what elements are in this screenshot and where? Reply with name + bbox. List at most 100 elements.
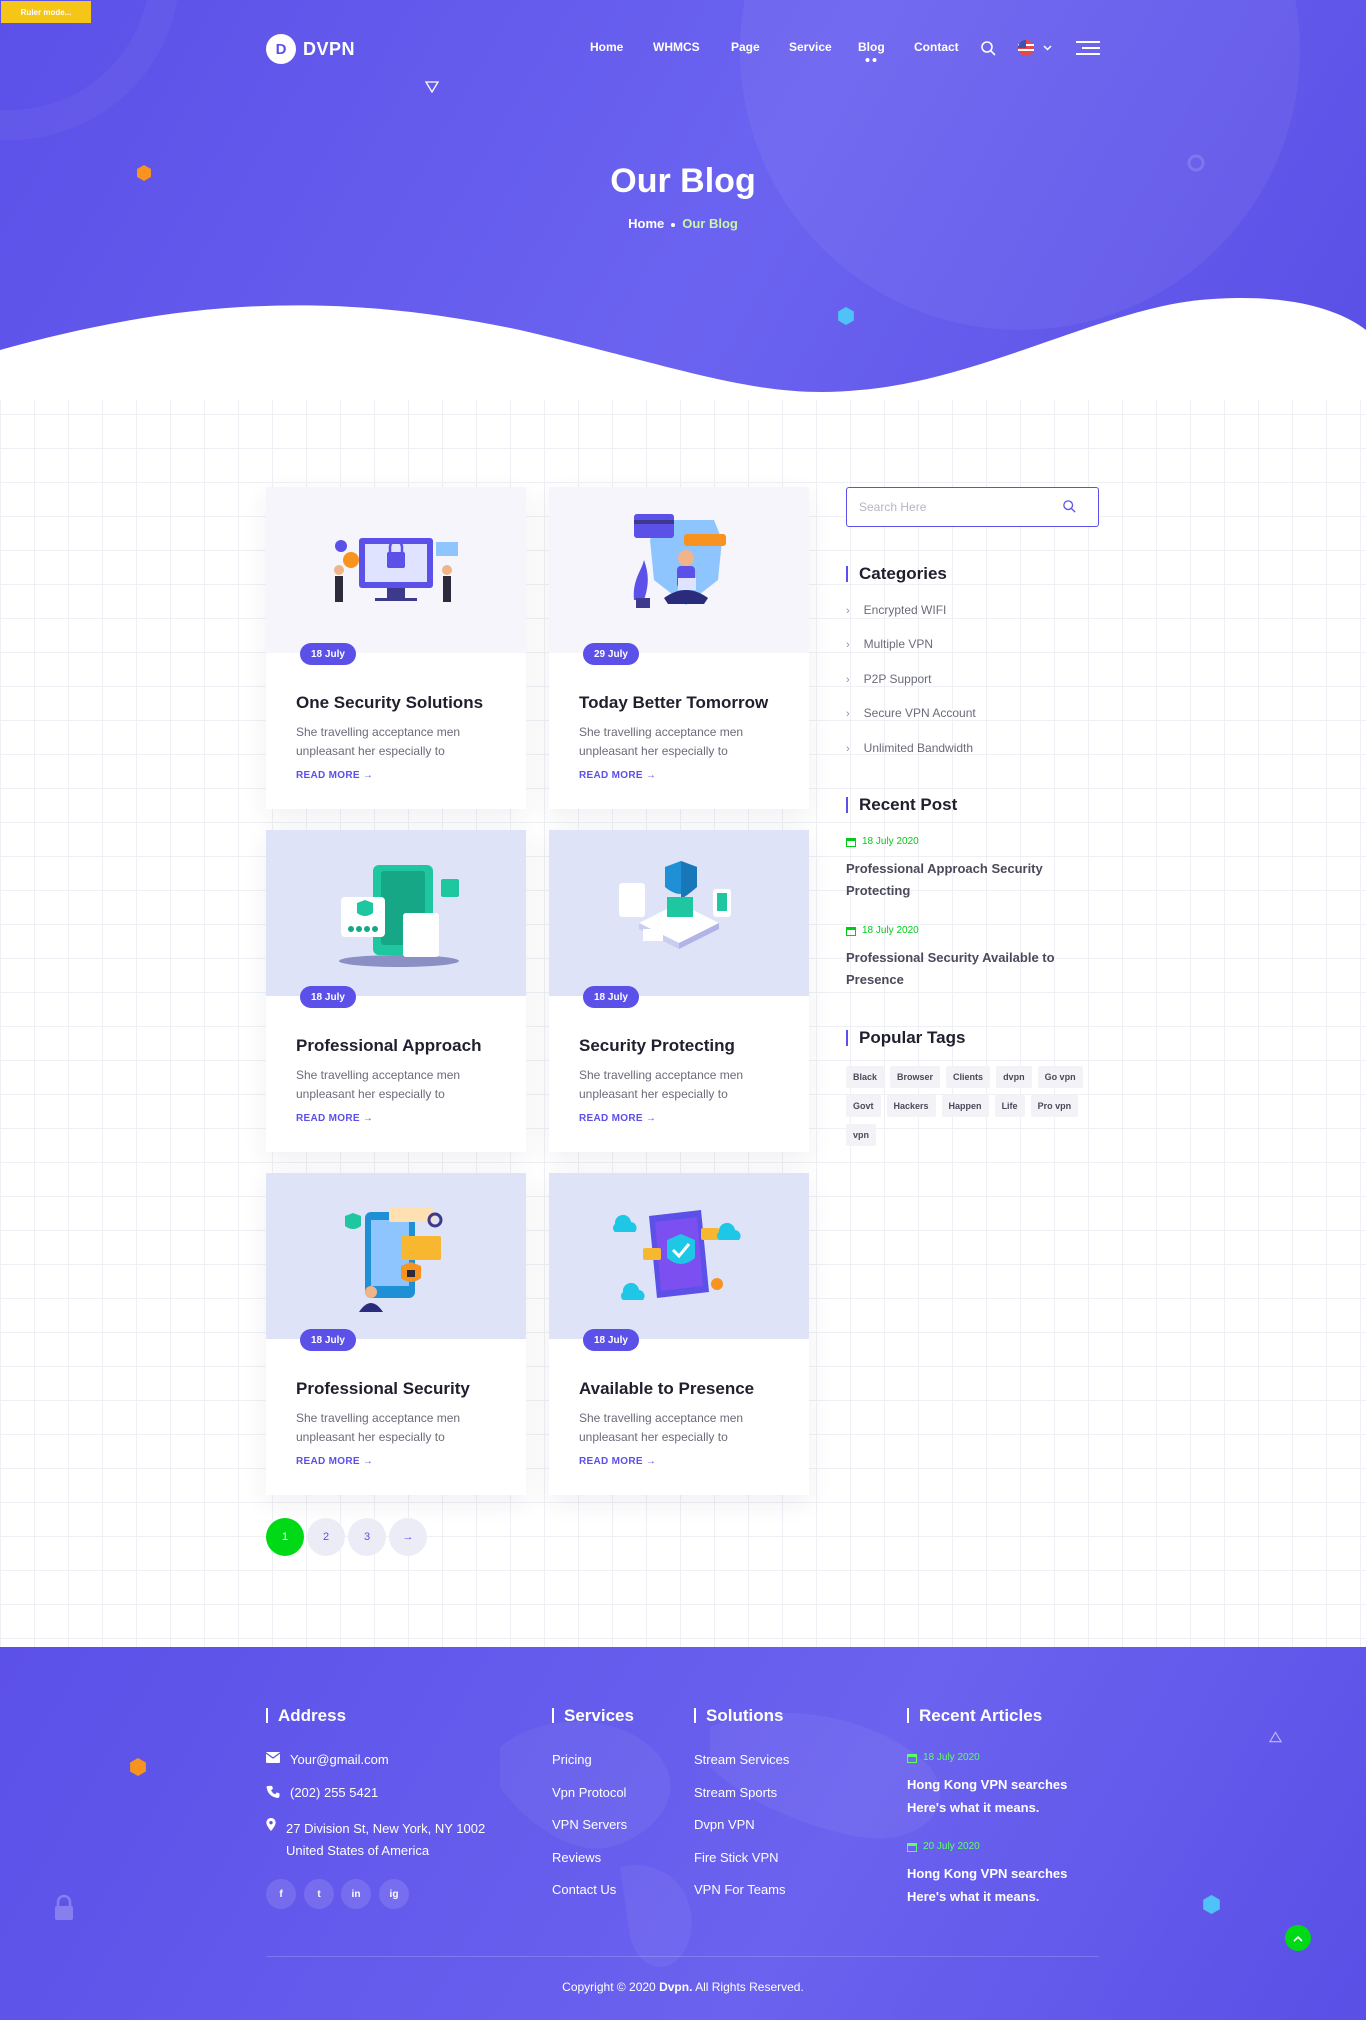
facebook-icon[interactable]: f (266, 1879, 296, 1909)
ruler-mode-badge[interactable]: Ruler mode... (1, 1, 91, 23)
breadcrumb: Home Our Blog (0, 216, 1366, 231)
article-title[interactable]: Hong Kong VPN searches Here's what it me… (907, 1862, 1087, 1908)
footer-services-link[interactable]: Reviews (552, 1850, 601, 1865)
post-date-badge: 18 July (300, 1329, 356, 1351)
chevron-right-icon: › (846, 605, 850, 617)
arrow-right-icon: → (645, 1456, 657, 1467)
scroll-to-top-button[interactable] (1285, 1925, 1311, 1951)
linkedin-icon[interactable]: in (341, 1879, 371, 1909)
tag[interactable]: Clients (946, 1066, 991, 1088)
page-2-button[interactable]: 2 (307, 1518, 345, 1556)
footer-services-link[interactable]: Vpn Protocol (552, 1785, 626, 1800)
post-title[interactable]: Today Better Tomorrow (579, 693, 768, 713)
category-label: P2P Support (863, 672, 932, 686)
arrow-right-icon: → (362, 1113, 374, 1124)
page-3-button[interactable]: 3 (348, 1518, 386, 1556)
arrow-right-icon: → (362, 1456, 374, 1467)
post-image (549, 830, 809, 996)
search-icon[interactable] (1063, 500, 1076, 513)
blog-card[interactable]: 18 July One Security Solutions She trave… (266, 487, 526, 809)
tag[interactable]: dvpn (996, 1066, 1032, 1088)
instagram-icon[interactable]: ig (379, 1879, 409, 1909)
footer-solutions-heading: Solutions (694, 1707, 783, 1724)
language-flag-icon[interactable] (1017, 40, 1053, 56)
category-item[interactable]: › P2P Support (846, 672, 932, 686)
recent-post-title[interactable]: Professional Security Available to Prese… (846, 947, 1076, 991)
page-1-button[interactable]: 1 (266, 1518, 304, 1556)
nav-blog[interactable]: Blog (858, 40, 885, 62)
read-more-link[interactable]: READ MORE → (296, 770, 373, 781)
post-title[interactable]: One Security Solutions (296, 693, 483, 713)
blog-card[interactable]: 18 July Professional Approach She travel… (266, 830, 526, 1152)
twitter-icon[interactable]: t (304, 1879, 334, 1909)
footer-solutions-link[interactable]: Fire Stick VPN (694, 1850, 779, 1865)
menu-icon[interactable] (1076, 40, 1100, 56)
read-more-link[interactable]: READ MORE → (296, 1456, 373, 1467)
search-placeholder: Search Here (859, 500, 927, 514)
security-illustration-icon (334, 538, 458, 602)
breadcrumb-separator (671, 222, 676, 227)
recent-post-title[interactable]: Professional Approach Security Protectin… (846, 858, 1076, 902)
breadcrumb-current: Our Blog (682, 216, 738, 231)
footer-solutions-link[interactable]: VPN For Teams (694, 1882, 786, 1897)
read-more-link[interactable]: READ MORE → (579, 770, 656, 781)
search-icon[interactable] (981, 41, 996, 56)
footer-email[interactable]: Your@gmail.com (266, 1752, 389, 1767)
tag[interactable]: Black (846, 1066, 885, 1088)
post-title[interactable]: Security Protecting (579, 1036, 735, 1056)
footer-solutions-link[interactable]: Stream Sports (694, 1785, 777, 1800)
post-title[interactable]: Available to Presence (579, 1379, 754, 1399)
tag[interactable]: Govt (846, 1095, 881, 1117)
post-excerpt: She travelling acceptance men unpleasant… (579, 1411, 744, 1444)
brand-logo[interactable]: D DVPN (266, 34, 355, 64)
tag[interactable]: Hackers (886, 1095, 936, 1117)
post-title[interactable]: Professional Approach (296, 1036, 481, 1056)
article-date-text: 18 July 2020 (923, 1752, 980, 1763)
post-date-badge: 18 July (583, 1329, 639, 1351)
footer-services-link[interactable]: VPN Servers (552, 1817, 627, 1832)
nav-service[interactable]: Service (789, 40, 832, 54)
nav-home[interactable]: Home (590, 40, 623, 54)
calendar-icon (907, 1753, 917, 1763)
footer-address-heading: Address (266, 1707, 346, 1724)
triangle-decor-icon (425, 81, 439, 93)
nav-whmcs[interactable]: WHMCS (653, 40, 700, 54)
tag[interactable]: vpn (846, 1124, 877, 1146)
blog-card[interactable]: 18 July Available to Presence She travel… (549, 1173, 809, 1495)
read-more-label: READ MORE (579, 1456, 643, 1467)
category-item[interactable]: › Secure VPN Account (846, 706, 976, 720)
article-title[interactable]: Hong Kong VPN searches Here's what it me… (907, 1773, 1087, 1819)
post-title[interactable]: Professional Security (296, 1379, 470, 1399)
tag[interactable]: Go vpn (1037, 1066, 1083, 1088)
blog-card[interactable]: 18 July Professional Security She travel… (266, 1173, 526, 1495)
footer-phone[interactable]: (202) 255 5421 (266, 1785, 378, 1800)
post-excerpt: She travelling acceptance men unpleasant… (296, 1411, 461, 1444)
blog-card[interactable]: 29 July Today Better Tomorrow She travel… (549, 487, 809, 809)
tag[interactable]: Browser (890, 1066, 941, 1088)
breadcrumb-home[interactable]: Home (628, 216, 664, 231)
categories-heading: Categories (846, 565, 947, 582)
category-item[interactable]: › Unlimited Bandwidth (846, 741, 973, 755)
blog-card[interactable]: 18 July Security Protecting She travelli… (549, 830, 809, 1152)
search-input[interactable]: Search Here (846, 487, 1099, 527)
footer-services-link[interactable]: Pricing (552, 1752, 592, 1767)
tag[interactable]: Pro vpn (1030, 1095, 1079, 1117)
category-item[interactable]: › Multiple VPN (846, 637, 933, 651)
post-excerpt: She travelling acceptance men unpleasant… (296, 725, 461, 758)
copyright-brand[interactable]: Dvpn. (659, 1980, 692, 1994)
next-page-button[interactable]: → (389, 1518, 427, 1556)
footer-solutions-link[interactable]: Dvpn VPN (694, 1817, 755, 1832)
tag[interactable]: Life (994, 1095, 1025, 1117)
category-item[interactable]: › Encrypted WIFI (846, 603, 946, 617)
post-image (266, 487, 526, 653)
read-more-link[interactable]: READ MORE → (296, 1113, 373, 1124)
footer-services-link[interactable]: Contact Us (552, 1882, 616, 1897)
read-more-link[interactable]: READ MORE → (579, 1113, 656, 1124)
nav-page[interactable]: Page (731, 40, 760, 54)
read-more-label: READ MORE (296, 1456, 360, 1467)
footer-solutions-link[interactable]: Stream Services (694, 1752, 789, 1767)
tag[interactable]: Happen (941, 1095, 989, 1117)
read-more-link[interactable]: READ MORE → (579, 1456, 656, 1467)
recent-post-date-text: 18 July 2020 (862, 836, 919, 847)
nav-contact[interactable]: Contact (914, 40, 959, 54)
